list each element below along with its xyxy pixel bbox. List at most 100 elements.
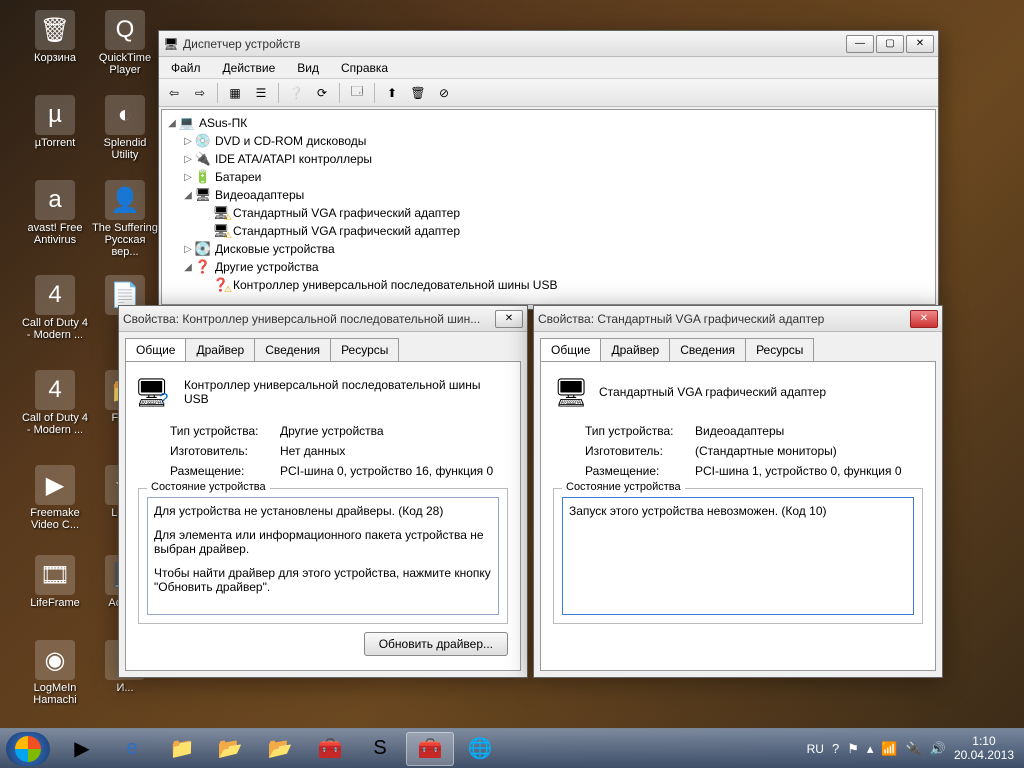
icon-label: LogMeIn Hamachi [20,682,90,706]
desktop-icon[interactable]: 4Call of Duty 4 - Modern ... [20,370,90,436]
desktop-icon[interactable]: ◉LogMeIn Hamachi [20,640,90,706]
desktop-icon[interactable]: aavast! Free Antivirus [20,180,90,246]
desktop-icon[interactable]: 🗑Корзина [20,10,90,64]
device-icon: 🔌 [194,151,212,167]
icon-label: avast! Free Antivirus [20,222,90,246]
flag-tray-icon[interactable]: ⚑ [847,741,859,757]
taskbar-app[interactable]: 📂 [256,732,304,766]
tree-item[interactable]: ▷🔋Батареи [166,168,931,186]
scan-button[interactable]: 🗔 [346,82,368,104]
icon-label: Корзина [20,52,90,64]
forward-button[interactable]: ⇨ [189,82,211,104]
clock-date: 20.04.2013 [954,749,1014,762]
device-icon: 🖥 [212,223,230,239]
usb-status-text[interactable]: Для устройства не установлены драйверы. … [147,497,499,615]
mfr-value: (Стандартные мониторы) [695,444,837,458]
usb-device-name: Контроллер универсальной последовательно… [184,378,508,406]
tree-item[interactable]: ◢🖥Видеоадаптеры [166,186,931,204]
minimize-button[interactable]: — [846,35,874,53]
tab-Общие[interactable]: Общие [540,338,601,361]
usb-title: Свойства: Контроллер универсальной после… [123,312,495,326]
app-icon: 4 [35,275,75,315]
menu-item[interactable]: Вид [291,59,325,77]
icon-label: µTorrent [20,137,90,149]
desktop-icon[interactable]: 4Call of Duty 4 - Modern ... [20,275,90,341]
vga-titlebar[interactable]: Свойства: Стандартный VGA графический ад… [534,306,942,332]
uninstall-button[interactable]: 🗑 [407,82,429,104]
menu-item[interactable]: Действие [217,59,282,77]
type-value: Другие устройства [280,424,384,438]
devmgr-titlebar[interactable]: 🖥 Диспетчер устройств — ▢ ✕ [159,31,938,57]
view-button[interactable]: ▦ [224,82,246,104]
tree-item[interactable]: ▷💿DVD и CD-ROM дисководы [166,132,931,150]
app-icon: 🎞 [35,555,75,595]
back-button[interactable]: ⇦ [163,82,185,104]
tab-Драйвер[interactable]: Драйвер [600,338,670,361]
close-button[interactable]: ✕ [910,310,938,328]
help-tray-icon[interactable]: ? [832,741,839,756]
tab-Драйвер[interactable]: Драйвер [185,338,255,361]
type-label: Тип устройства: [170,424,280,438]
ie-pin[interactable]: e [108,732,156,766]
clock[interactable]: 1:10 20.04.2013 [954,735,1014,761]
help-button[interactable]: ❔ [285,82,307,104]
desktop-icon[interactable]: 👤The Suffering Русская вер... [90,180,160,258]
tab-Общие[interactable]: Общие [125,338,186,361]
windows-logo-icon [15,736,41,762]
tree-item-label: IDE ATA/ATAPI контроллеры [215,152,372,166]
disable-button[interactable]: ⊘ [433,82,455,104]
power-tray-icon[interactable]: 🔌 [906,741,922,757]
app-icon: µ [35,95,75,135]
desktop-icon[interactable]: QQuickTime Player [90,10,160,76]
tab-Сведения[interactable]: Сведения [669,338,746,361]
media-player-pin[interactable]: ▶ [58,732,106,766]
usb-titlebar[interactable]: Свойства: Контроллер универсальной после… [119,306,527,332]
volume-tray-icon[interactable]: 🔊 [930,741,946,757]
taskbar-app[interactable]: 🌐 [456,732,504,766]
tree-item[interactable]: ▷💽Дисковые устройства [166,240,931,258]
desktop-icon[interactable]: ◐Splendid Utility [90,95,160,161]
language-indicator[interactable]: RU [807,742,824,756]
app-icon: ◉ [35,640,75,680]
icon-label: Freemake Video C... [20,507,90,531]
tree-root[interactable]: ◢💻 ASus-ПК [166,114,931,132]
taskbar-app[interactable]: 🧰 [406,732,454,766]
desktop-icon[interactable]: 🎞LifeFrame [20,555,90,609]
list-button[interactable]: ☰ [250,82,272,104]
question-device-icon: 🖥? [138,374,174,410]
device-icon: 🖥 [194,187,212,203]
tab-Ресурсы[interactable]: Ресурсы [745,338,814,361]
refresh-button[interactable]: ⟳ [311,82,333,104]
explorer-pin[interactable]: 📁 [158,732,206,766]
start-button[interactable] [6,732,50,766]
tree-item[interactable]: 🖥Стандартный VGA графический адаптер [166,222,931,240]
tree-item[interactable]: 🖥Стандартный VGA графический адаптер [166,204,931,222]
desktop-icon[interactable]: ▶Freemake Video C... [20,465,90,531]
display-device-icon: 🖥 [553,374,589,410]
vga-status-text[interactable]: Запуск этого устройства невозможен. (Код… [562,497,914,615]
tab-Ресурсы[interactable]: Ресурсы [330,338,399,361]
tree-item[interactable]: ❓Контроллер универсальной последовательн… [166,276,931,294]
app-icon: 👤 [105,180,145,220]
taskbar-app[interactable]: 🧰 [306,732,354,766]
update-driver-button[interactable]: Обновить драйвер... [364,632,508,656]
menu-item[interactable]: Справка [335,59,394,77]
tree-item[interactable]: ◢❓Другие устройства [166,258,931,276]
taskbar-app[interactable]: S [356,732,404,766]
tab-Сведения[interactable]: Сведения [254,338,331,361]
network-tray-icon[interactable]: 📶 [881,741,897,757]
tree-item-label: Батареи [215,170,261,184]
icon-label: The Suffering Русская вер... [90,222,160,258]
maximize-button[interactable]: ▢ [876,35,904,53]
tree-item[interactable]: ▷🔌IDE ATA/ATAPI контроллеры [166,150,931,168]
update-driver-button[interactable]: ⬆ [381,82,403,104]
desktop-icon[interactable]: µ µTorrent [20,95,90,149]
up-tray-icon[interactable]: ▴ [867,741,874,757]
tree-item-label: Дисковые устройства [215,242,335,256]
close-button[interactable]: ✕ [906,35,934,53]
close-button[interactable]: ✕ [495,310,523,328]
menu-item[interactable]: Файл [165,59,207,77]
taskbar-app[interactable]: 📂 [206,732,254,766]
tree-item-label: DVD и CD-ROM дисководы [215,134,366,148]
device-tree[interactable]: ◢💻 ASus-ПК ▷💿DVD и CD-ROM дисководы▷🔌IDE… [161,109,936,305]
